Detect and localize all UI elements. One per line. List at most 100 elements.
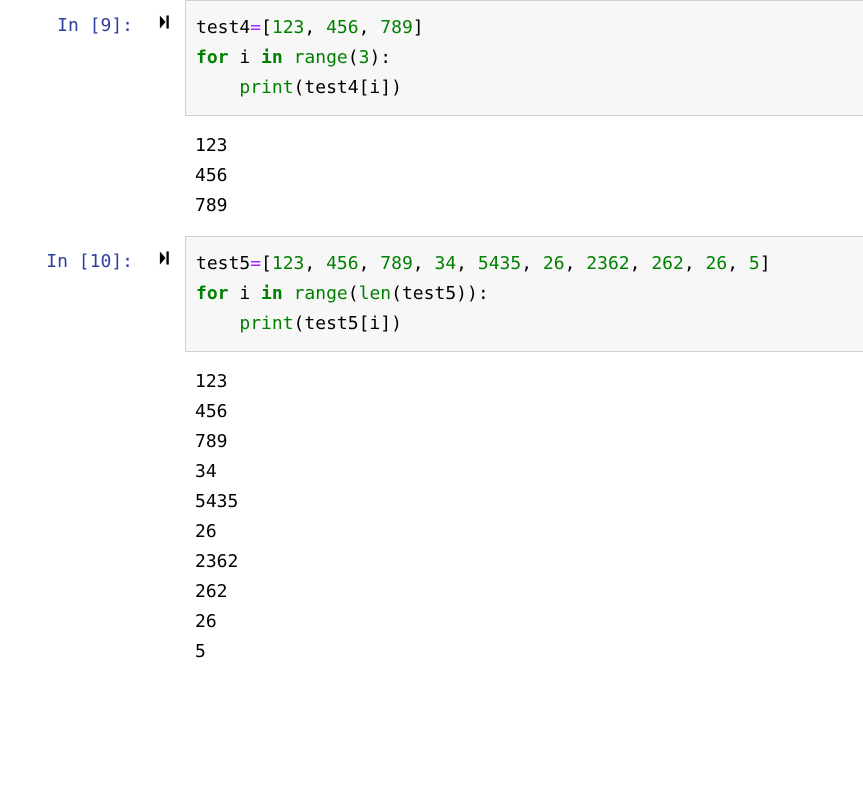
- code-token: ,: [727, 253, 738, 274]
- code-token: ]: [380, 77, 391, 98]
- code-token: [640, 253, 651, 274]
- code-token: [315, 17, 326, 38]
- code-token: 456: [326, 17, 359, 38]
- output-cell: 123 456 789 34 5435 26 2362 262 26 5: [0, 357, 863, 677]
- code-token: ): [391, 77, 402, 98]
- code-token: print: [239, 77, 293, 98]
- code-input-area[interactable]: test4=[123, 456, 789] for i in range(3):…: [185, 0, 863, 116]
- code-token: [: [359, 77, 370, 98]
- prompt-column: In [9]:: [0, 0, 145, 36]
- code-token: ,: [565, 253, 576, 274]
- code-cell: In [10]: test5=[123, 456, 789, 34, 5435,…: [0, 236, 863, 352]
- code-token: [424, 253, 435, 274]
- code-token: test5: [304, 313, 358, 334]
- code-token: i: [239, 47, 250, 68]
- content-column: 123 456 789 34 5435 26 2362 262 26 5: [185, 357, 863, 677]
- run-cell-icon[interactable]: [158, 14, 173, 30]
- input-prompt: In [10]:: [46, 251, 133, 272]
- code-input-area[interactable]: test5=[123, 456, 789, 34, 5435, 26, 2362…: [185, 236, 863, 352]
- code-token: ,: [456, 253, 467, 274]
- code-token: 26: [543, 253, 565, 274]
- output-cell: 123 456 789: [0, 121, 863, 231]
- code-token: :: [478, 283, 489, 304]
- run-column: [145, 357, 185, 367]
- output-area: 123 456 789 34 5435 26 2362 262 26 5: [185, 357, 863, 677]
- code-token: for: [196, 47, 229, 68]
- code-token: ,: [359, 17, 370, 38]
- code-cell: In [9]: test4=[123, 456, 789] for i in r…: [0, 0, 863, 116]
- code-token: 5: [749, 253, 760, 274]
- code-token: 26: [706, 253, 728, 274]
- run-column: [145, 121, 185, 131]
- prompt-column: In [10]:: [0, 236, 145, 272]
- code-token: [250, 283, 261, 304]
- code-token: ): [456, 283, 467, 304]
- code-token: range: [294, 47, 348, 68]
- code-token: 789: [380, 17, 413, 38]
- output-area: 123 456 789: [185, 121, 863, 231]
- code-token: [: [359, 313, 370, 334]
- code-token: ): [467, 283, 478, 304]
- code-token: 123: [272, 17, 305, 38]
- code-token: [532, 253, 543, 274]
- code-token: test5: [402, 283, 456, 304]
- code-token: (: [391, 283, 402, 304]
- code-token: in: [261, 47, 283, 68]
- code-token: =: [250, 253, 261, 274]
- code-token: 123: [272, 253, 305, 274]
- code-token: [575, 253, 586, 274]
- code-token: ): [391, 313, 402, 334]
- code-token: [250, 47, 261, 68]
- code-token: [369, 253, 380, 274]
- content-column: 123 456 789: [185, 121, 863, 231]
- code-token: test4: [304, 77, 358, 98]
- code-token: (: [348, 283, 359, 304]
- code-token: :: [380, 47, 391, 68]
- content-column: test4=[123, 456, 789] for i in range(3):…: [185, 0, 863, 116]
- code-token: test4: [196, 17, 250, 38]
- code-token: ,: [359, 253, 370, 274]
- code-token: (: [348, 47, 359, 68]
- code-token: i: [239, 283, 250, 304]
- prompt-column: [0, 357, 145, 367]
- code-token: 262: [651, 253, 684, 274]
- code-token: [369, 17, 380, 38]
- code-token: [: [261, 253, 272, 274]
- input-prompt: In [9]:: [57, 15, 133, 36]
- code-token: [229, 283, 240, 304]
- code-token: ,: [304, 253, 315, 274]
- code-token: [315, 253, 326, 274]
- content-column: test5=[123, 456, 789, 34, 5435, 26, 2362…: [185, 236, 863, 352]
- code-token: 2362: [586, 253, 629, 274]
- code-token: len: [359, 283, 392, 304]
- code-token: 456: [326, 253, 359, 274]
- code-token: ,: [630, 253, 641, 274]
- code-token: ,: [684, 253, 695, 274]
- code-token: range: [294, 283, 348, 304]
- code-token: [196, 77, 239, 98]
- run-cell-icon[interactable]: [158, 250, 173, 266]
- code-token: ]: [380, 313, 391, 334]
- code-token: 5435: [478, 253, 521, 274]
- code-token: [: [261, 17, 272, 38]
- code-token: ,: [304, 17, 315, 38]
- code-token: [467, 253, 478, 274]
- code-token: ]: [413, 17, 424, 38]
- code-token: (: [294, 313, 305, 334]
- code-token: 3: [359, 47, 370, 68]
- code-token: [283, 47, 294, 68]
- run-column: [145, 236, 185, 266]
- code-token: test5: [196, 253, 250, 274]
- code-token: [738, 253, 749, 274]
- code-token: ,: [413, 253, 424, 274]
- code-token: (: [294, 77, 305, 98]
- code-token: print: [239, 313, 293, 334]
- code-token: i: [369, 313, 380, 334]
- code-token: 34: [434, 253, 456, 274]
- code-token: ): [369, 47, 380, 68]
- code-token: [229, 47, 240, 68]
- code-token: for: [196, 283, 229, 304]
- run-column: [145, 0, 185, 30]
- code-token: i: [369, 77, 380, 98]
- code-token: ,: [521, 253, 532, 274]
